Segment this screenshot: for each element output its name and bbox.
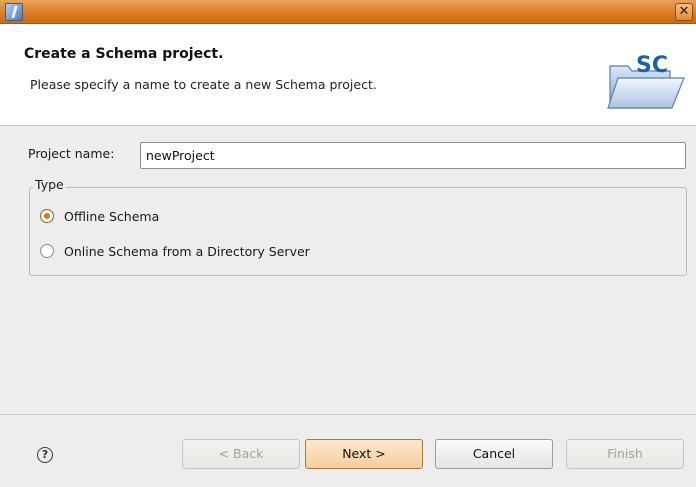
help-icon[interactable]: ?: [37, 447, 53, 463]
wizard-window: ✕ Create a Schema project. Please specif…: [0, 0, 696, 487]
page-description: Please specify a name to create a new Sc…: [30, 77, 377, 92]
footer-separator: [0, 414, 696, 415]
close-button[interactable]: ✕: [675, 3, 693, 21]
radio-label: Online Schema from a Directory Server: [64, 243, 310, 259]
radio-offline-schema[interactable]: Offline Schema: [40, 206, 159, 226]
schema-folder-icon: SC: [607, 53, 685, 109]
banner-icon-text: SC: [636, 53, 668, 78]
app-icon: [5, 3, 23, 21]
wizard-header: Create a Schema project. Please specify …: [0, 24, 696, 126]
radio-button[interactable]: [40, 244, 54, 258]
project-name-input[interactable]: [140, 142, 686, 169]
page-title: Create a Schema project.: [24, 46, 224, 62]
radio-online-schema[interactable]: Online Schema from a Directory Server: [40, 241, 310, 261]
type-group: [29, 187, 687, 276]
cancel-button[interactable]: Cancel: [435, 439, 553, 469]
radio-label: Offline Schema: [64, 208, 160, 224]
project-name-label: Project name:: [28, 146, 115, 161]
type-group-legend: Type: [33, 177, 66, 192]
radio-button-selected[interactable]: [40, 209, 54, 223]
finish-button[interactable]: Finish: [566, 439, 684, 469]
next-button[interactable]: Next >: [305, 439, 423, 469]
title-bar[interactable]: ✕: [0, 0, 696, 24]
back-button[interactable]: < Back: [182, 439, 300, 469]
